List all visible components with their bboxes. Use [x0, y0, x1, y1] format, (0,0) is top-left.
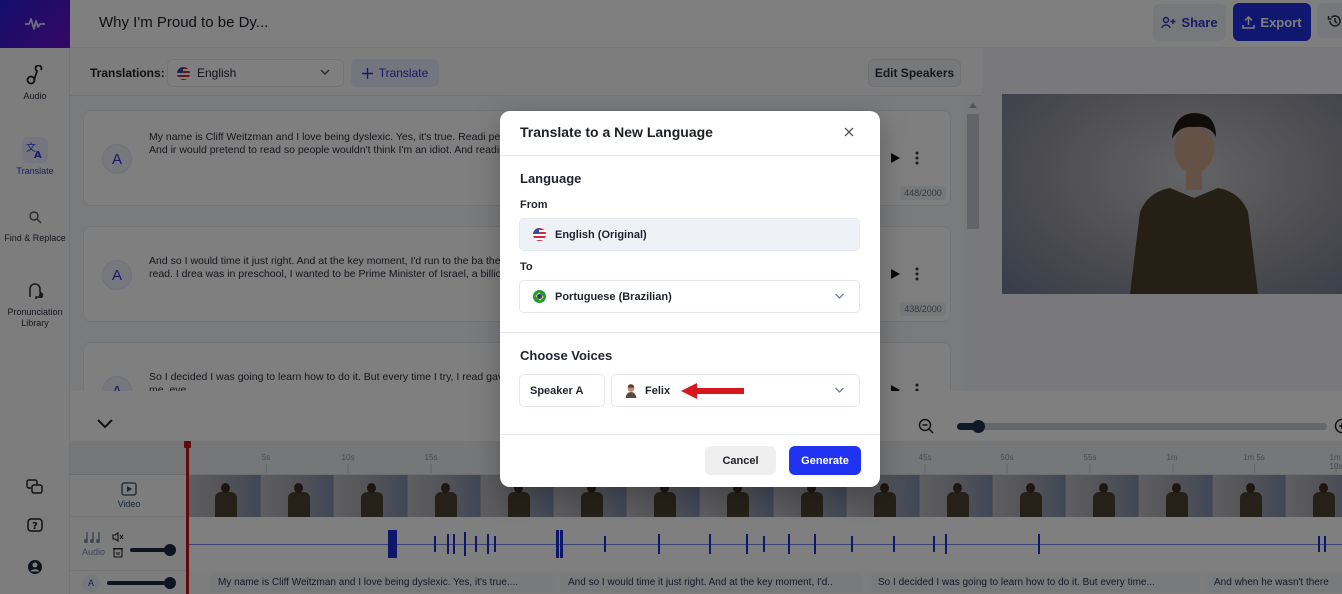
speaker-name-field: Speaker A — [519, 374, 605, 407]
choose-voices-heading: Choose Voices — [520, 348, 613, 363]
language-section-heading: Language — [520, 171, 582, 186]
to-language-select[interactable]: Portuguese (Brazilian) — [519, 280, 860, 313]
voice-name: Felix — [645, 384, 671, 397]
generate-button[interactable]: Generate — [789, 446, 861, 475]
brazil-flag-icon — [533, 290, 546, 303]
red-arrow-annotation-icon — [681, 383, 744, 399]
chevron-down-icon — [835, 387, 844, 393]
to-language-value: Portuguese (Brazilian) — [555, 290, 672, 303]
dialog-title: Translate to a New Language — [520, 124, 713, 140]
cancel-button[interactable]: Cancel — [705, 446, 776, 475]
from-language-value: English (Original) — [555, 228, 647, 241]
close-icon[interactable] — [844, 127, 854, 137]
translate-dialog: Translate to a New Language Language Fro… — [500, 111, 880, 487]
to-label: To — [520, 261, 533, 273]
from-language-field: English (Original) — [519, 218, 860, 251]
voice-avatar-icon — [625, 383, 637, 398]
divider — [500, 155, 880, 156]
from-label: From — [520, 199, 548, 211]
divider — [500, 434, 880, 435]
chevron-down-icon — [835, 293, 844, 299]
divider — [500, 332, 880, 333]
us-flag-icon — [533, 228, 546, 241]
